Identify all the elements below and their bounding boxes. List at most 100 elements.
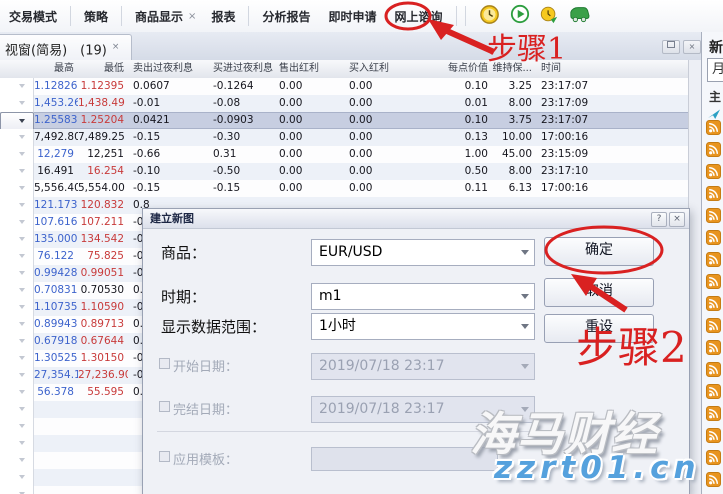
column-header-8[interactable]: 时间 (536, 60, 620, 78)
dialog-help-button[interactable]: ? (651, 212, 667, 227)
table-row[interactable]: 12,27912,251-0.660.310.000.001.0045.0023… (0, 146, 688, 163)
row-selector[interactable] (0, 333, 34, 351)
range-select[interactable]: 1小时 (311, 313, 535, 340)
column-header-4[interactable]: 售出红利 (274, 60, 344, 78)
tab-window-simple[interactable]: 视窗(简易) (19)× (0, 34, 132, 60)
rss-icon[interactable] (706, 120, 721, 139)
row-selector[interactable] (0, 350, 34, 368)
row-selector[interactable] (0, 78, 34, 96)
row-selector[interactable] (0, 197, 34, 215)
table-row[interactable]: 1,453.261,438.49-0.01-0.080.000.000.018.… (0, 95, 688, 112)
column-header-0[interactable]: 最高 (34, 60, 78, 78)
table-cell: 16.254 (78, 163, 128, 181)
reset-button[interactable]: 重设 (544, 314, 654, 343)
panel-close-icon[interactable]: × (188, 11, 202, 22)
tab-bar: 视窗(简易) (19)× × (0, 32, 701, 60)
chevron-down-icon[interactable] (521, 250, 529, 255)
toolbar-item-5[interactable]: 即时申请 (319, 8, 385, 25)
row-selector[interactable] (0, 367, 34, 385)
row-selector[interactable] (0, 418, 34, 436)
row-selector[interactable] (0, 129, 34, 147)
column-header-2[interactable]: 卖出过夜利息 (128, 60, 208, 78)
ok-button[interactable]: 确定 (544, 237, 654, 266)
play-icon[interactable] (510, 4, 530, 28)
toolbar-item-2[interactable]: 商品显示 (126, 8, 192, 25)
table-row[interactable]: 7,492.807,489.25-0.15-0.300.000.000.1310… (0, 129, 688, 146)
rss-icon[interactable] (706, 384, 721, 403)
rss-icon[interactable] (706, 274, 721, 293)
row-selector[interactable] (0, 180, 34, 198)
rss-icon[interactable] (706, 362, 721, 381)
row-selector[interactable] (0, 231, 34, 249)
symbol-select[interactable]: EUR/USD (311, 239, 535, 266)
toolbar-item-3[interactable]: 报表 (202, 8, 244, 25)
vertical-scrollbar[interactable] (688, 60, 702, 494)
rss-icon[interactable] (706, 230, 721, 249)
close-button[interactable]: × (683, 40, 701, 54)
chevron-down-icon[interactable] (521, 324, 529, 329)
row-selector[interactable] (0, 146, 34, 164)
table-cell: 12,279 (34, 146, 78, 164)
column-header-1[interactable]: 最低 (78, 60, 128, 78)
rss-icon[interactable] (706, 296, 721, 315)
row-selector[interactable] (0, 95, 34, 113)
column-header-3[interactable]: 买进过夜利息 (208, 60, 274, 78)
row-selector[interactable] (0, 469, 34, 487)
chevron-down-icon (19, 441, 25, 445)
cancel-button[interactable]: 取消 (544, 278, 654, 307)
column-header-7[interactable]: 维持保... (492, 60, 536, 78)
start-date-select: 2019/07/18 23:17 (311, 353, 535, 380)
chevron-down-icon[interactable] (521, 294, 529, 299)
table-row[interactable]: 5,556.405,554.00-0.15-0.150.000.000.116.… (0, 180, 688, 197)
rss-icon[interactable] (706, 208, 721, 227)
tab-close-icon[interactable]: × (112, 42, 120, 52)
restore-button[interactable] (662, 40, 680, 54)
table-cell: 17:00:16 (536, 129, 620, 147)
end-date-checkbox[interactable] (159, 401, 170, 412)
row-selector[interactable] (0, 248, 34, 266)
rss-icon[interactable] (706, 252, 721, 271)
row-selector[interactable] (0, 486, 34, 494)
clock-icon[interactable] (478, 3, 501, 30)
rss-icon[interactable] (706, 164, 721, 183)
chevron-down-icon (19, 390, 25, 394)
toolbar-item-6[interactable]: 网上谘询 (385, 8, 451, 25)
divider (157, 431, 537, 432)
start-date-checkbox[interactable] (159, 358, 170, 369)
row-selector[interactable] (0, 384, 34, 402)
rss-icon[interactable] (706, 450, 721, 469)
toolbar-item-4[interactable]: 分析报告 (253, 8, 319, 25)
table-row[interactable]: 1.255831.252040.0421-0.09030.000.000.103… (0, 112, 688, 129)
rss-icon[interactable] (706, 142, 721, 161)
rss-icon[interactable] (706, 186, 721, 205)
toolbar-item-0[interactable]: 交易模式 (0, 8, 66, 25)
rss-icon[interactable] (706, 472, 721, 491)
rss-icon[interactable] (706, 406, 721, 425)
row-selector[interactable] (0, 452, 34, 470)
row-selector[interactable] (0, 401, 34, 419)
row-selector[interactable] (0, 282, 34, 300)
transport-icon[interactable] (568, 4, 590, 28)
period-select[interactable]: m1 (311, 283, 535, 310)
toolbar-item-1[interactable]: 策略 (75, 8, 117, 25)
rss-icon[interactable] (706, 428, 721, 447)
row-selector[interactable] (0, 265, 34, 283)
column-header-6[interactable]: 每点价值 (420, 60, 492, 78)
dialog-close-button[interactable]: × (669, 212, 685, 227)
rss-icon[interactable] (706, 318, 721, 337)
row-selector[interactable] (0, 214, 34, 232)
row-selector[interactable] (0, 316, 34, 334)
row-selector[interactable] (0, 435, 34, 453)
dialog-title-bar[interactable]: 建立新图 ? × (143, 209, 689, 229)
column-header-5[interactable]: 买入红利 (344, 60, 420, 78)
template-checkbox[interactable] (159, 451, 170, 462)
chevron-down-icon (19, 254, 25, 258)
table-row[interactable]: 1.128261.123950.0607-0.12640.000.000.103… (0, 78, 688, 95)
news-filter-box[interactable]: 月 (707, 58, 723, 82)
table-row[interactable]: 16.49116.254-0.10-0.500.000.000.508.0023… (0, 163, 688, 180)
rss-icon[interactable] (706, 340, 721, 359)
row-selector[interactable] (0, 163, 34, 181)
clock-arrow-icon[interactable] (539, 4, 559, 28)
row-selector[interactable] (0, 299, 34, 317)
table-cell: 0.00 (344, 78, 420, 96)
